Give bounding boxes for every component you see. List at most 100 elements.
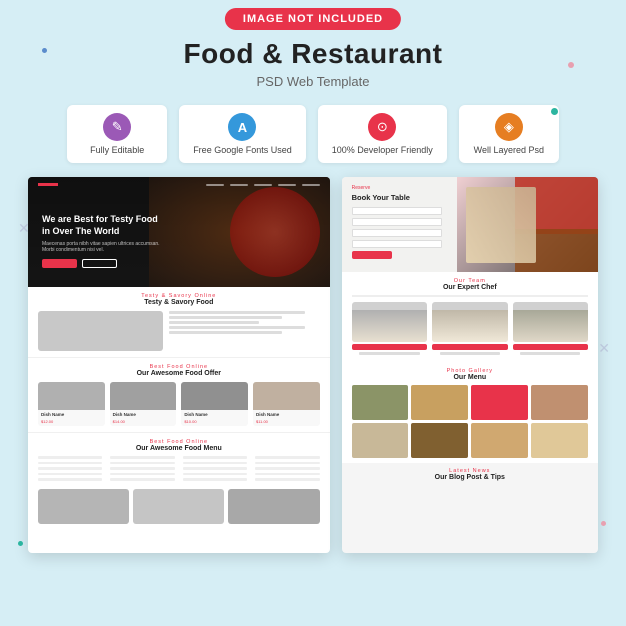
booking-input-1[interactable] xyxy=(352,207,442,215)
nav-logo xyxy=(38,183,58,186)
food-card-label-1: Dish Name xyxy=(38,410,105,419)
testy-food-grid xyxy=(38,311,320,351)
food-card-price-3: $10.00 xyxy=(181,419,248,426)
decorative-dot-4 xyxy=(601,521,606,526)
nav-links xyxy=(206,184,320,186)
nav-link-3 xyxy=(254,184,272,186)
hero-buttons xyxy=(42,259,172,268)
menu-img-1 xyxy=(38,489,129,524)
hero-btn-secondary[interactable] xyxy=(82,259,117,268)
hero-title: We are Best for Testy Food in Over The W… xyxy=(42,214,162,237)
food-offer-section: Best Food Online Our Awesome Food Offer … xyxy=(28,358,330,433)
gallery-section-title: Our Menu xyxy=(352,374,588,381)
gallery-section: Photo Gallery Our Menu xyxy=(342,363,598,463)
gallery-img-7 xyxy=(471,423,528,458)
section-title-offer: Our Awesome Food Offer xyxy=(38,370,320,377)
booking-food-collage xyxy=(460,177,598,272)
menu-item xyxy=(38,462,102,465)
decorative-dot-1 xyxy=(568,62,574,68)
booking-form xyxy=(352,207,442,259)
feature-label-3: 100% Developer Friendly xyxy=(332,145,433,155)
food-card-img-3 xyxy=(181,382,248,410)
menu-item xyxy=(255,462,319,465)
chef-img-inner-1 xyxy=(352,310,427,342)
gallery-red-card xyxy=(471,385,528,420)
gallery-img-5 xyxy=(352,423,409,458)
font-icon: A xyxy=(228,113,256,141)
food-card-price-2: $14.00 xyxy=(110,419,177,426)
testy-food-section: Testy & Savory Online Testy & Savory Foo… xyxy=(28,287,330,358)
booking-title: Book Your Table xyxy=(352,193,588,202)
hero-nav xyxy=(28,183,330,186)
decorative-dot-2 xyxy=(551,108,558,115)
booking-input-3[interactable] xyxy=(352,229,442,237)
food-card-price-4: $11.00 xyxy=(253,419,320,426)
decorative-dot-3 xyxy=(42,48,47,53)
text-line xyxy=(169,321,259,324)
booking-section: Reserve Book Your Table xyxy=(342,177,598,272)
chef-card-3 xyxy=(513,302,588,357)
nav-link-5 xyxy=(302,184,320,186)
menu-item xyxy=(183,456,247,459)
hero-btn-primary[interactable] xyxy=(42,259,77,268)
menu-item xyxy=(38,456,102,459)
menu-imgs xyxy=(38,489,320,524)
menu-item xyxy=(183,478,247,481)
food-card-img-2 xyxy=(110,382,177,410)
edit-icon: ✎ xyxy=(103,113,131,141)
chef-img-3 xyxy=(513,302,588,342)
food-card-2: Dish Name $14.00 xyxy=(110,382,177,426)
chef-label-2 xyxy=(432,344,507,350)
nav-link-2 xyxy=(230,184,248,186)
food-card-3: Dish Name $10.00 xyxy=(181,382,248,426)
menu-item xyxy=(183,473,247,476)
text-line xyxy=(169,331,282,334)
main-title: Food & Restaurant xyxy=(0,38,626,70)
booking-input-4[interactable] xyxy=(352,240,442,248)
feature-fully-editable: ✎ Fully Editable xyxy=(67,105,167,163)
chef-label-3 xyxy=(513,344,588,350)
feature-label-2: Free Google Fonts Used xyxy=(193,145,292,155)
gallery-img-4 xyxy=(531,385,588,420)
gallery-img-2 xyxy=(411,385,468,420)
right-panel: Reserve Book Your Table Our Team Our Exp… xyxy=(342,177,598,553)
decorative-dot-5 xyxy=(18,541,23,546)
gallery-grid xyxy=(352,385,588,458)
subtitle: PSD Web Template xyxy=(0,74,626,89)
food-card-label-3: Dish Name xyxy=(181,410,248,419)
menu-col-1 xyxy=(38,456,102,484)
food-card-4: Dish Name $11.00 xyxy=(253,382,320,426)
feature-developer-friendly: ⊙ 100% Developer Friendly xyxy=(318,105,447,163)
left-panel: We are Best for Testy Food in Over The W… xyxy=(28,177,330,553)
chef-card-1 xyxy=(352,302,427,357)
food-card-label-4: Dish Name xyxy=(253,410,320,419)
menu-item xyxy=(183,467,247,470)
feature-google-fonts: A Free Google Fonts Used xyxy=(179,105,306,163)
hero-subtitle: Maecenas porta nibh vitae sapien ultrice… xyxy=(42,241,172,253)
chef-section-title: Our Expert Chef xyxy=(352,284,588,291)
blog-title: Our Blog Post & Tips xyxy=(352,474,588,481)
text-line xyxy=(169,311,304,314)
booking-input-2[interactable] xyxy=(352,218,442,226)
hero-food-circle xyxy=(230,187,320,277)
menu-item xyxy=(255,467,319,470)
food-cards-row: Dish Name $12.00 Dish Name $14.00 Dish N… xyxy=(38,382,320,426)
booking-submit-btn[interactable] xyxy=(352,251,392,259)
features-row: ✎ Fully Editable A Free Google Fonts Use… xyxy=(0,105,626,163)
dev-icon: ⊙ xyxy=(368,113,396,141)
menu-img-2 xyxy=(133,489,224,524)
cross-deco-2: ✕ xyxy=(598,340,610,357)
layer-icon: ◈ xyxy=(495,113,523,141)
image-not-included-badge: IMAGE NOt INcLUDED xyxy=(225,8,401,30)
menu-item xyxy=(38,478,102,481)
panels-container: We are Best for Testy Food in Over The W… xyxy=(0,163,626,553)
chef-section: Our Team Our Expert Chef xyxy=(342,272,598,363)
gallery-img-6 xyxy=(411,423,468,458)
nav-link-1 xyxy=(206,184,224,186)
feature-label-1: Fully Editable xyxy=(90,145,144,155)
feature-label-4: Well Layered Psd xyxy=(474,145,544,155)
menu-col-3 xyxy=(183,456,247,484)
food-img-1 xyxy=(38,311,163,351)
food-card-1: Dish Name $12.00 xyxy=(38,382,105,426)
chef-name-1 xyxy=(359,352,419,355)
